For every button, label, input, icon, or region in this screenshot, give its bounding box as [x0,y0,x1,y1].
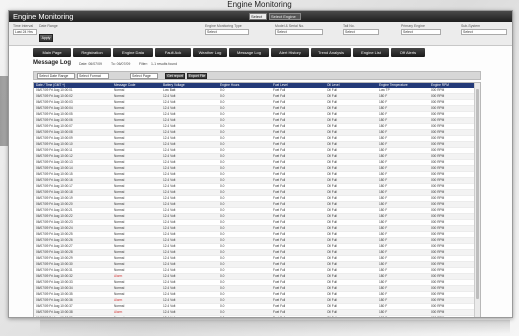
tab-alert-history[interactable]: Alert History [271,48,309,57]
filter-label: Engine Monitoring Type [205,24,242,28]
table-cell: 180 F [377,315,429,317]
tab-weather-log[interactable]: Weather Log [193,48,227,57]
filter-label: Filter: [139,62,148,66]
tab-bar: Main Page Registration Engine Data Fault… [33,48,425,57]
filter-label: Model & Serial No. [275,24,305,28]
filter-label: Time Interval [13,24,34,28]
tab-engine-list[interactable]: Engine List [353,48,389,57]
filter-label: Sub-System [461,24,481,28]
header-select[interactable]: Select [249,13,267,20]
app-titlebar: Engine Monitoring Select Select Engine [9,11,512,22]
table-cell: Oil Full [325,315,377,317]
background-shadow-bottom [40,320,510,334]
filter-select[interactable]: Select [461,29,507,35]
filter-primary-engine: Primary Engine Select [401,24,441,35]
message-log-table: Date / Time (GMT +) Message Code Battery V… [33,82,481,317]
filter-panel: Time Interval Last 24 Hrs Date Range Eng… [9,22,512,46]
table-cell: 06/07/09 Fri Aug 10:00:39 [34,315,112,317]
date-to: To: 06/07/09 [111,62,131,66]
results-count: 1-1 results found [151,62,178,66]
filter-tail-no: Tail No. Select [343,24,379,35]
filter-label: Date Range [39,24,58,28]
filter-select[interactable]: Select [401,29,441,35]
filter-model-serial: Model & Serial No. Select [275,24,323,35]
tab-engine-data[interactable]: Engine Data [113,48,153,57]
filter-select[interactable]: Last 24 Hrs [13,29,37,35]
table-cell: Fuel Full [271,315,325,317]
table-cell: 12.4 Volt [161,315,218,317]
get-report-button[interactable]: Get report [165,73,185,79]
window-title: Engine Monitoring [227,0,292,9]
format-select[interactable]: Select Format [77,73,109,79]
page-title: Message Log [33,60,72,66]
vertical-scrollbar[interactable] [474,83,480,317]
table-row[interactable]: 06/07/09 Fri Aug 10:00:39 Normal 12.4 Volt… [34,315,475,317]
filter-select[interactable]: Select [343,29,379,35]
tab-off-alerts[interactable]: Off Alerts [391,48,425,57]
table-body: 06/07/09 Fri Aug 10:00:01 Normal Low Batt 0… [34,88,475,317]
page-select[interactable]: Select Page [130,73,158,79]
tab-main-page[interactable]: Main Page [33,48,71,57]
filter-select[interactable]: Select [205,29,249,35]
table-cell: 000 RPM [429,315,475,317]
engine-select[interactable]: Select Engine [269,13,301,20]
app-title: Engine Monitoring [13,12,74,21]
scrollbar-thumb[interactable] [476,89,479,299]
filter-label: Tail No. [343,24,355,28]
date-from: Date: 06/07/09 [79,62,102,66]
filter-date-range: Date Range [39,24,63,28]
table-cell: 0.0 [218,315,271,317]
filter-monitoring-type: Engine Monitoring Type Select [205,24,249,35]
tab-trend-analysis[interactable]: Trend Analysis [311,48,351,57]
filter-label: Primary Engine [401,24,425,28]
tab-registration[interactable]: Registration [73,48,111,57]
tab-message-log[interactable]: Message Log [229,48,269,57]
export-file-button[interactable]: Export File [187,73,207,79]
app-screen: Engine Monitoring Select Select Engine T… [8,10,513,318]
table-cell: Normal [112,315,161,317]
filter-select[interactable]: Select [275,29,323,35]
filter-time-interval: Time Interval Last 24 Hrs [13,24,37,35]
apply-button[interactable]: Apply [39,34,53,42]
filter-sub-system: Sub-System Select [461,24,507,35]
report-toolbar: Select Date Range Select Format Select P… [33,71,481,80]
date-range-select[interactable]: Select Date Range [37,73,75,79]
tab-fault-ack[interactable]: Fault Ack [155,48,191,57]
